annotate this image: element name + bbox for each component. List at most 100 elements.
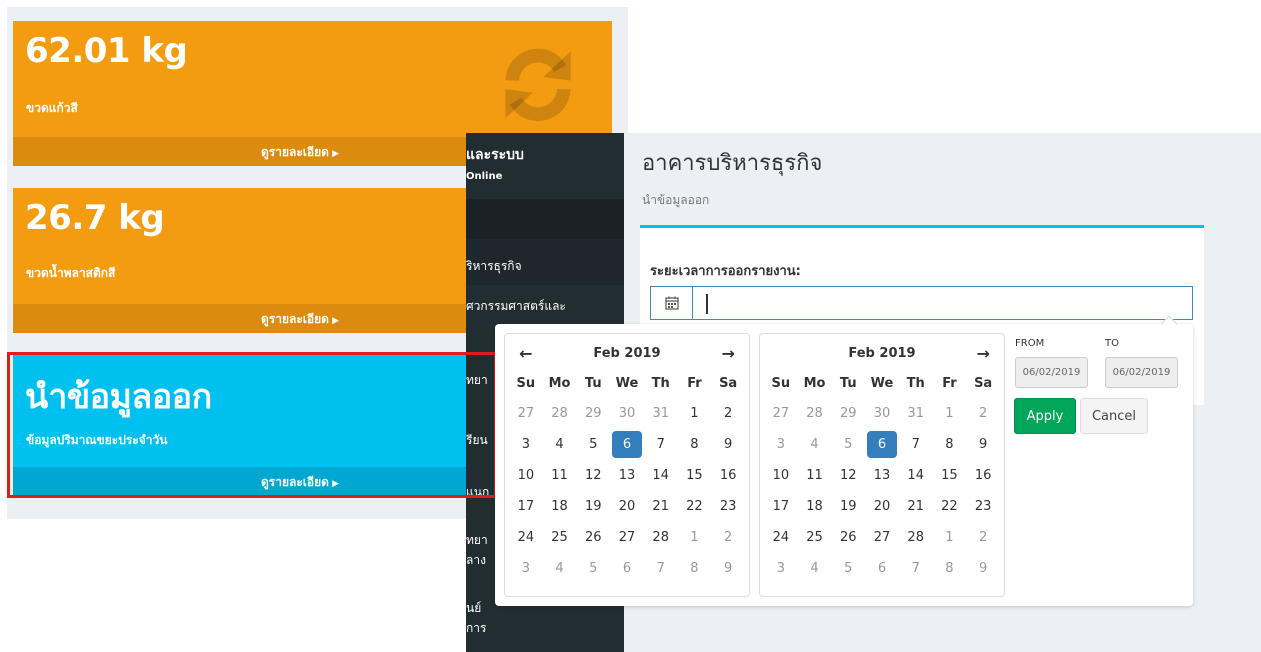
- calendar-day[interactable]: 15: [678, 460, 712, 491]
- calendar-day[interactable]: 9: [711, 553, 745, 584]
- calendar-day[interactable]: 18: [543, 491, 577, 522]
- calendar-day[interactable]: 8: [678, 429, 712, 460]
- sidebar-item[interactable]: ศวกรรมศาสตร์และ: [466, 297, 566, 316]
- calendar-day[interactable]: 24: [509, 522, 543, 553]
- calendar-day[interactable]: 6: [867, 431, 897, 458]
- sidebar-item[interactable]: นย์: [466, 599, 481, 618]
- calendar-day[interactable]: 13: [865, 460, 899, 491]
- calendar-day[interactable]: 1: [678, 522, 712, 553]
- calendar-day[interactable]: 20: [865, 491, 899, 522]
- cancel-button[interactable]: Cancel: [1080, 398, 1148, 434]
- calendar-day[interactable]: 4: [798, 429, 832, 460]
- calendar-day[interactable]: 16: [711, 460, 745, 491]
- sidebar-item[interactable]: ทยา: [466, 531, 488, 550]
- calendar-day[interactable]: 8: [933, 429, 967, 460]
- calendar-day[interactable]: 10: [509, 460, 543, 491]
- details-link-text[interactable]: ดูรายละเอียด: [261, 143, 339, 162]
- calendar-day[interactable]: 31: [899, 398, 933, 429]
- calendar-day[interactable]: 18: [798, 491, 832, 522]
- calendar-day[interactable]: 21: [899, 491, 933, 522]
- calendar-day[interactable]: 3: [509, 553, 543, 584]
- calendar-day[interactable]: 2: [711, 398, 745, 429]
- to-date-input[interactable]: 06/02/2019: [1105, 357, 1178, 388]
- calendar-day[interactable]: 28: [644, 522, 678, 553]
- calendar-day[interactable]: 7: [899, 429, 933, 460]
- calendar-day[interactable]: 13: [610, 460, 644, 491]
- calendar-day[interactable]: 22: [678, 491, 712, 522]
- details-link-text[interactable]: ดูรายละเอียด: [261, 310, 339, 329]
- calendar-day[interactable]: 12: [576, 460, 610, 491]
- calendar-day[interactable]: 6: [610, 553, 644, 584]
- calendar-day[interactable]: 15: [933, 460, 967, 491]
- calendar-day[interactable]: 28: [798, 398, 832, 429]
- calendar-day[interactable]: 5: [576, 553, 610, 584]
- calendar-day[interactable]: 25: [543, 522, 577, 553]
- prev-month-icon[interactable]: ←: [509, 344, 543, 363]
- calendar-day[interactable]: 4: [543, 429, 577, 460]
- calendar-day[interactable]: 10: [764, 460, 798, 491]
- calendar-day[interactable]: 17: [509, 491, 543, 522]
- calendar-day[interactable]: 3: [764, 553, 798, 584]
- next-month-icon[interactable]: →: [966, 344, 1000, 363]
- date-range-field[interactable]: [650, 286, 1193, 320]
- calendar-day[interactable]: 28: [543, 398, 577, 429]
- calendar-day[interactable]: 28: [899, 522, 933, 553]
- calendar-day[interactable]: 9: [966, 553, 1000, 584]
- from-date-input[interactable]: 06/02/2019: [1015, 357, 1088, 388]
- calendar-day[interactable]: 24: [764, 522, 798, 553]
- sidebar-item[interactable]: การ: [466, 619, 486, 638]
- calendar-day[interactable]: 3: [509, 429, 543, 460]
- calendar-day[interactable]: 19: [576, 491, 610, 522]
- calendar-day[interactable]: 2: [966, 522, 1000, 553]
- calendar-day[interactable]: 11: [798, 460, 832, 491]
- next-month-icon[interactable]: →: [711, 344, 745, 363]
- calendar-day[interactable]: 14: [899, 460, 933, 491]
- sidebar-search[interactable]: [466, 199, 624, 239]
- calendar-day[interactable]: 27: [509, 398, 543, 429]
- calendar-day[interactable]: 26: [831, 522, 865, 553]
- calendar-day[interactable]: 16: [966, 460, 1000, 491]
- calendar-day[interactable]: 7: [899, 553, 933, 584]
- calendar-day[interactable]: 5: [831, 553, 865, 584]
- calendar-day[interactable]: 9: [966, 429, 1000, 460]
- calendar-day[interactable]: 21: [644, 491, 678, 522]
- calendar-day[interactable]: 6: [612, 431, 642, 458]
- calendar-day[interactable]: 9: [711, 429, 745, 460]
- calendar-day[interactable]: 26: [576, 522, 610, 553]
- calendar-day[interactable]: 31: [644, 398, 678, 429]
- calendar-day[interactable]: 25: [798, 522, 832, 553]
- calendar-day[interactable]: 27: [610, 522, 644, 553]
- calendar-day[interactable]: 1: [933, 522, 967, 553]
- calendar-day[interactable]: 20: [610, 491, 644, 522]
- calendar-day[interactable]: 17: [764, 491, 798, 522]
- calendar-day[interactable]: 22: [933, 491, 967, 522]
- calendar-day[interactable]: 27: [865, 522, 899, 553]
- calendar-day[interactable]: 8: [933, 553, 967, 584]
- calendar-day[interactable]: 3: [764, 429, 798, 460]
- calendar-day[interactable]: 1: [933, 398, 967, 429]
- calendar-day[interactable]: 11: [543, 460, 577, 491]
- sidebar-item[interactable]: ลาง: [466, 551, 486, 570]
- calendar-day[interactable]: 14: [644, 460, 678, 491]
- calendar-day[interactable]: 7: [644, 429, 678, 460]
- date-range-input[interactable]: [693, 290, 875, 306]
- calendar-day[interactable]: 19: [831, 491, 865, 522]
- calendar-day[interactable]: 29: [576, 398, 610, 429]
- calendar-day[interactable]: 4: [798, 553, 832, 584]
- calendar-day[interactable]: 2: [966, 398, 1000, 429]
- calendar-day[interactable]: 1: [678, 398, 712, 429]
- calendar-day[interactable]: 30: [865, 398, 899, 429]
- calendar-day[interactable]: 23: [966, 491, 1000, 522]
- calendar-day[interactable]: 8: [678, 553, 712, 584]
- calendar-day[interactable]: 27: [764, 398, 798, 429]
- calendar-day[interactable]: 4: [543, 553, 577, 584]
- calendar-day[interactable]: 5: [831, 429, 865, 460]
- calendar-day[interactable]: 7: [644, 553, 678, 584]
- calendar-day[interactable]: 5: [576, 429, 610, 460]
- calendar-day[interactable]: 12: [831, 460, 865, 491]
- calendar-day[interactable]: 2: [711, 522, 745, 553]
- calendar-day[interactable]: 6: [865, 553, 899, 584]
- sidebar-item[interactable]: ริหารธุรกิจ: [466, 257, 522, 276]
- apply-button[interactable]: Apply: [1014, 398, 1076, 434]
- calendar-day[interactable]: 23: [711, 491, 745, 522]
